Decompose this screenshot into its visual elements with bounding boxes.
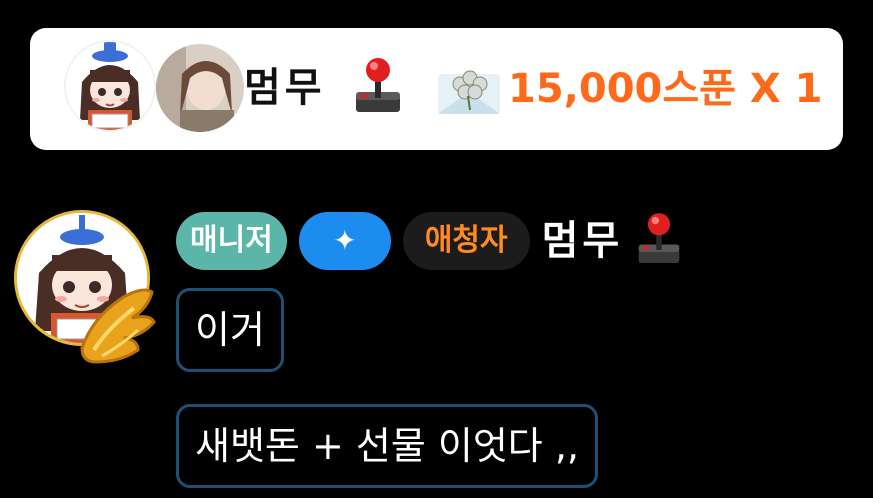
chat-message[interactable]: 새뱃돈 + 선물 이엇다 ,, bbox=[176, 404, 598, 488]
manager-badge: 매니저 bbox=[176, 212, 287, 270]
chat-header: 매니저 ✦ 애청자 멈무 bbox=[176, 212, 683, 270]
chat-user-name[interactable]: 멈무 bbox=[542, 212, 624, 270]
fan-badge: 애청자 bbox=[402, 212, 530, 270]
donation-banner: 멈무 15,000스푼 X 1 bbox=[30, 28, 843, 150]
joystick-icon bbox=[635, 210, 683, 272]
chat-message[interactable]: 이거 bbox=[176, 288, 284, 372]
star-badge: ✦ bbox=[298, 212, 391, 270]
sender-avatar[interactable] bbox=[64, 40, 156, 132]
gold-wing-icon bbox=[72, 278, 158, 372]
recipient-avatar[interactable] bbox=[156, 44, 244, 132]
banner-user-name[interactable]: 멈무 bbox=[244, 60, 326, 116]
gift-amount: 15,000스푼 X 1 bbox=[508, 66, 823, 112]
joystick-icon bbox=[352, 56, 404, 120]
star-balloon-gift-icon bbox=[438, 66, 500, 118]
